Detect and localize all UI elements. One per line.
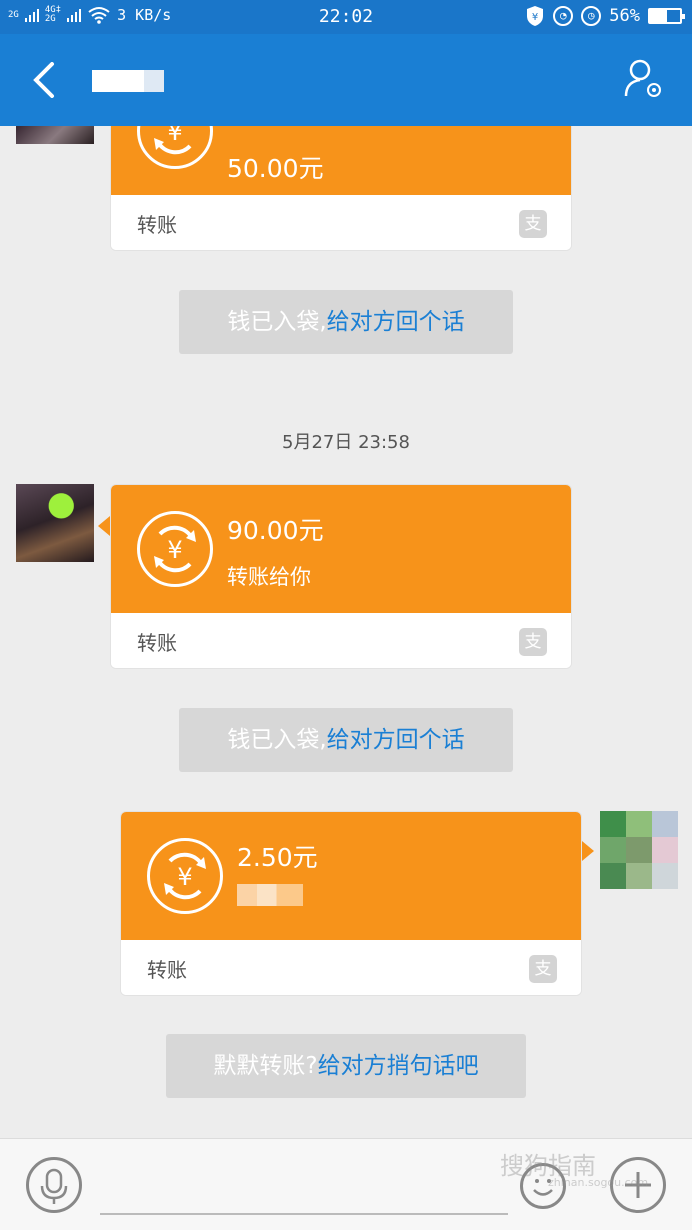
received-notice-2: 钱已入袋,给对方回个话 bbox=[179, 708, 513, 772]
reply-link[interactable]: 给对方回个话 bbox=[327, 727, 465, 753]
contact-avatar-2[interactable] bbox=[16, 484, 94, 562]
transfer-card-2[interactable]: ¥ 90.00元 转账给你 转账 支 bbox=[110, 484, 572, 669]
chat-area[interactable]: ¥ 50.00元 转账 支 钱已入袋,给对方回个话 5月27日 23:58 ¥ … bbox=[0, 126, 692, 1138]
message-timestamp: 5月27日 23:58 bbox=[282, 432, 410, 453]
transfer-amount: 50.00元 bbox=[227, 154, 324, 183]
alipay-icon: 支 bbox=[519, 628, 547, 656]
my-avatar[interactable] bbox=[600, 811, 678, 889]
alipay-icon: 支 bbox=[529, 955, 557, 983]
svg-text:¥: ¥ bbox=[167, 126, 182, 146]
card-footer bbox=[121, 940, 581, 995]
svg-text:¥: ¥ bbox=[532, 12, 538, 23]
bubble-tail bbox=[98, 516, 110, 536]
notice-text: 钱已入袋, bbox=[227, 309, 327, 335]
battery-fill bbox=[650, 10, 667, 22]
transfer-amount: 90.00元 bbox=[227, 516, 324, 545]
status-bar: 2G 4G‡ 2G 3 KB/s 22:02 ¥ ◔ ◷ 56% bbox=[0, 0, 692, 34]
profile-settings-icon[interactable] bbox=[624, 58, 664, 100]
transfer-memo-blurred bbox=[237, 884, 303, 906]
transfer-label: 转账 bbox=[137, 213, 177, 237]
svg-text:¥: ¥ bbox=[177, 863, 192, 891]
card-header: ¥ 90.00元 转账给你 bbox=[111, 485, 571, 613]
notice-text: 默默转账? bbox=[213, 1053, 318, 1079]
reply-link[interactable]: 给对方回个话 bbox=[327, 309, 465, 335]
card-header: ¥ 50.00元 bbox=[111, 126, 571, 195]
microphone-icon[interactable] bbox=[26, 1157, 82, 1213]
transfer-label: 转账 bbox=[137, 631, 177, 655]
bubble-tail bbox=[582, 841, 594, 861]
silent-transfer-notice: 默默转账?给对方捎句话吧 bbox=[166, 1034, 526, 1098]
battery-icon bbox=[648, 8, 685, 24]
transfer-card-3[interactable]: ¥ 2.50元 转账 支 bbox=[120, 811, 582, 996]
chat-header bbox=[0, 34, 692, 126]
send-message-link[interactable]: 给对方捎句话吧 bbox=[318, 1053, 479, 1079]
shield-yen-icon: ¥ bbox=[527, 6, 544, 26]
battery-percent: 56% bbox=[609, 6, 640, 26]
card-footer bbox=[111, 195, 571, 250]
card-header: ¥ 2.50元 bbox=[121, 812, 581, 940]
svg-text:¥: ¥ bbox=[167, 536, 182, 564]
status-right-icons: ¥ ◔ ◷ 56% bbox=[525, 5, 685, 27]
lock-rotation-icon: ◔ bbox=[553, 6, 574, 26]
contact-name-blurred[interactable] bbox=[92, 70, 164, 92]
transfer-memo: 转账给你 bbox=[227, 565, 311, 589]
notice-text: 钱已入袋, bbox=[227, 727, 327, 753]
alarm-icon: ◷ bbox=[581, 6, 602, 26]
transfer-coin-icon: ¥ bbox=[147, 838, 223, 914]
watermark-url: zhinan.sogou.com bbox=[548, 1176, 649, 1189]
transfer-coin-icon: ¥ bbox=[137, 511, 213, 587]
message-input[interactable] bbox=[100, 1213, 508, 1215]
transfer-card-1[interactable]: ¥ 50.00元 转账 支 bbox=[110, 126, 572, 251]
transfer-label: 转账 bbox=[147, 958, 187, 982]
back-icon[interactable] bbox=[28, 62, 62, 98]
contact-avatar[interactable] bbox=[16, 126, 94, 144]
card-footer bbox=[111, 613, 571, 668]
transfer-coin-icon: ¥ bbox=[137, 126, 213, 169]
alipay-icon: 支 bbox=[519, 210, 547, 238]
received-notice-1: 钱已入袋,给对方回个话 bbox=[179, 290, 513, 354]
transfer-amount: 2.50元 bbox=[237, 843, 318, 872]
